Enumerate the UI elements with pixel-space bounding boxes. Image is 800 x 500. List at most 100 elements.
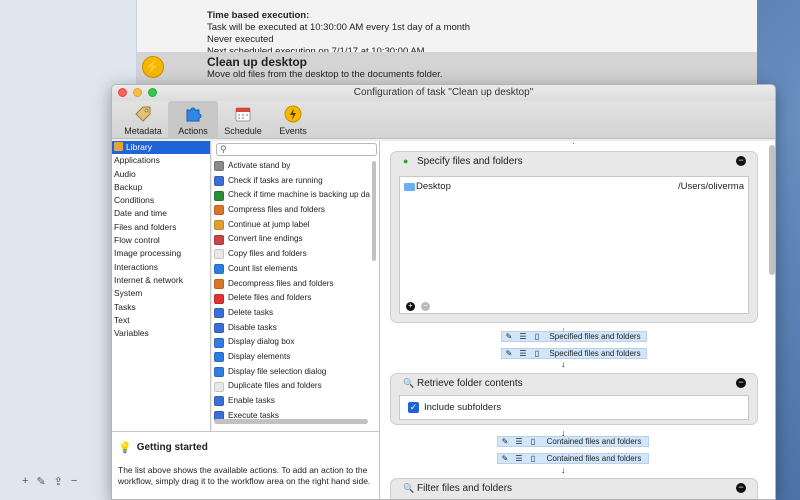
action-item[interactable]: Delete tasks xyxy=(212,306,370,321)
vertical-scrollbar[interactable] xyxy=(371,159,377,417)
action-icon xyxy=(214,308,224,319)
library-item[interactable]: Tasks xyxy=(112,301,210,314)
action-icon xyxy=(214,234,224,245)
action-item[interactable]: Display elements xyxy=(212,350,370,365)
card-title: Retrieve folder contents xyxy=(417,377,523,389)
getting-started-title: Getting started xyxy=(136,442,208,453)
action-item[interactable]: Display dialog box xyxy=(212,335,370,350)
file-row[interactable]: Desktop xyxy=(404,181,451,192)
library-item[interactable]: Image processing xyxy=(112,247,210,260)
tab-actions[interactable]: Actions xyxy=(168,101,218,139)
connector-label: Contained files and folders xyxy=(546,437,642,446)
action-item[interactable]: Check if time machine is backing up dat xyxy=(212,188,370,203)
bolt-icon xyxy=(284,105,302,123)
library-item[interactable]: Flow control xyxy=(112,234,210,247)
tab-label: Actions xyxy=(178,126,208,136)
library-item[interactable]: Internet & network xyxy=(112,274,210,287)
action-label: Count list elements xyxy=(228,263,298,273)
horizontal-scrollbar[interactable] xyxy=(214,419,368,424)
file-list: Desktop /Users/oliverma + − xyxy=(399,176,749,314)
library-category-list: Library Applications Audio Backup Conditions… xyxy=(112,141,211,431)
library-item[interactable]: Conditions xyxy=(112,194,210,207)
library-item[interactable]: Audio xyxy=(112,168,210,181)
tab-metadata[interactable]: Metadata xyxy=(118,101,168,139)
background-selected-task[interactable]: Clean up desktop Move old files from the… xyxy=(137,52,757,84)
window-title: Configuration of task "Clean up desktop" xyxy=(353,87,534,98)
library-item[interactable]: Backup xyxy=(112,181,210,194)
library-item[interactable]: System xyxy=(112,287,210,300)
close-icon[interactable] xyxy=(118,88,127,97)
card-header: 🔍 Retrieve folder contents − xyxy=(391,374,757,392)
zoom-icon[interactable] xyxy=(148,88,157,97)
collapse-button[interactable]: − xyxy=(736,156,746,166)
library-item[interactable]: Interactions xyxy=(112,261,210,274)
minimize-icon[interactable] xyxy=(133,88,142,97)
action-item[interactable]: Convert line endings xyxy=(212,232,370,247)
tab-label: Events xyxy=(279,126,307,136)
library-item[interactable]: Files and folders xyxy=(112,221,210,234)
action-icon xyxy=(214,293,224,304)
edit-icon[interactable]: ✎ xyxy=(36,475,45,488)
connector-label: Specified files and folders xyxy=(549,349,641,358)
list-icon: ☰ xyxy=(515,437,523,446)
add-icon[interactable]: + xyxy=(22,475,28,488)
connector-label: Contained files and folders xyxy=(546,454,642,463)
card-title: Specify files and folders xyxy=(417,155,523,167)
toolbar: Metadata Actions Schedule Events xyxy=(112,101,775,139)
connector-output-4[interactable]: ✎ ☰ ▯ Contained files and folders xyxy=(497,453,649,464)
doc-icon: ▯ xyxy=(534,332,540,341)
library-item[interactable]: Library xyxy=(112,141,210,155)
action-item[interactable]: Decompress files and folders xyxy=(212,277,370,292)
action-label: Convert line endings xyxy=(228,234,303,244)
remove-file-button[interactable]: − xyxy=(421,302,430,311)
getting-started-panel: 💡 Getting started The list above shows t… xyxy=(112,431,379,499)
action-item[interactable]: Duplicate files and folders xyxy=(212,379,370,394)
action-item[interactable]: Delete files and folders xyxy=(212,291,370,306)
action-label: Display elements xyxy=(228,351,291,361)
action-item[interactable]: Display file selection dialog xyxy=(212,365,370,380)
workflow-scrollbar[interactable] xyxy=(769,145,775,275)
action-item[interactable]: Activate stand by xyxy=(212,159,370,174)
pencil-icon: ✎ xyxy=(505,349,513,358)
task-subtitle: Move old files from the desktop to the d… xyxy=(207,69,443,80)
library-item[interactable]: Applications xyxy=(112,154,210,167)
action-item[interactable]: Enable tasks xyxy=(212,394,370,409)
action-item[interactable]: Disable tasks xyxy=(212,321,370,336)
action-item[interactable]: Copy files and folders xyxy=(212,247,370,262)
action-item[interactable]: Count list elements xyxy=(212,262,370,277)
add-file-button[interactable]: + xyxy=(406,302,415,311)
checkbox-checked-icon[interactable]: ✓ xyxy=(408,402,419,413)
action-item[interactable]: Continue at jump label xyxy=(212,218,370,233)
connector-output-3[interactable]: ✎ ☰ ▯ Contained files and folders xyxy=(497,436,649,447)
connector-output-1[interactable]: ✎ ☰ ▯ Specified files and folders xyxy=(501,331,647,342)
tab-events[interactable]: Events xyxy=(268,101,318,139)
scroll-thumb[interactable] xyxy=(372,161,376,261)
connector-output-2[interactable]: ✎ ☰ ▯ Specified files and folders xyxy=(501,348,647,359)
magnifier-icon: 🔍 xyxy=(403,483,415,493)
doc-icon: ▯ xyxy=(530,437,536,446)
doc-icon: ▯ xyxy=(534,349,540,358)
action-label: Disable tasks xyxy=(228,322,277,332)
title-bar[interactable]: Configuration of task "Clean up desktop" xyxy=(112,85,775,101)
collapse-button[interactable]: − xyxy=(736,483,746,493)
connector-label: Specified files and folders xyxy=(549,332,641,341)
share-icon[interactable]: ⇪ xyxy=(54,475,63,488)
action-label: Compress files and folders xyxy=(228,205,325,215)
action-item[interactable]: Compress files and folders xyxy=(212,203,370,218)
library-item[interactable]: Date and time xyxy=(112,207,210,220)
search-icon: ⚲ xyxy=(220,144,227,154)
action-card-retrieve[interactable]: 🔍 Retrieve folder contents − ✓ Include s… xyxy=(390,373,758,425)
library-item[interactable]: Text xyxy=(112,314,210,327)
collapse-button[interactable]: − xyxy=(736,378,746,388)
remove-icon[interactable]: − xyxy=(71,475,77,488)
action-item[interactable]: Check if tasks are running xyxy=(212,174,370,189)
tab-schedule[interactable]: Schedule xyxy=(218,101,268,139)
getting-started-heading: 💡 Getting started xyxy=(118,441,208,454)
action-label: Check if tasks are running xyxy=(228,175,323,185)
action-card-specify[interactable]: ● Specify files and folders − Desktop /U… xyxy=(390,151,758,323)
schedule-label: Time based execution: xyxy=(207,10,310,21)
action-card-filter[interactable]: 🔍 Filter files and folders − xyxy=(390,478,758,499)
search-input[interactable]: ⚲ xyxy=(216,143,377,156)
library-item[interactable]: Variables xyxy=(112,327,210,340)
action-label: Decompress files and folders xyxy=(228,278,334,288)
